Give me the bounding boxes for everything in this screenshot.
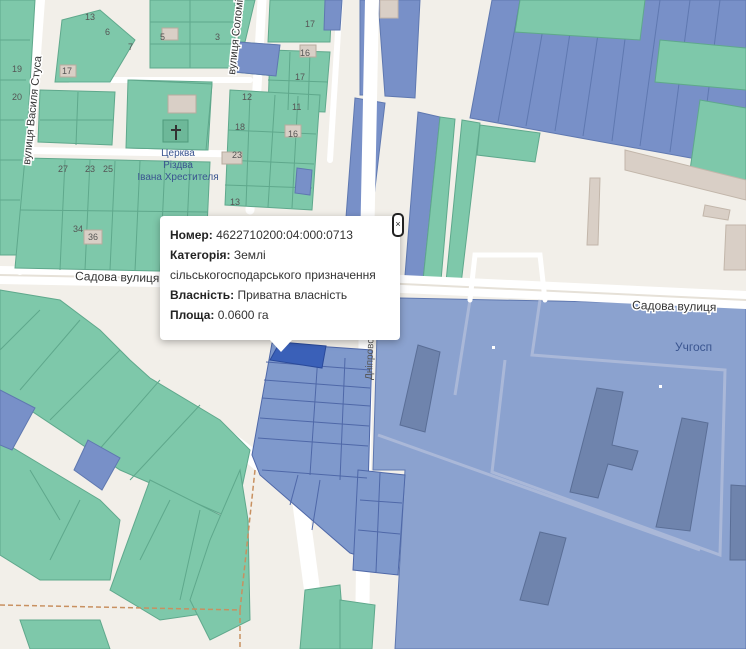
house-number: 12	[242, 92, 252, 102]
house-number: 18	[235, 122, 245, 132]
house-number: 27	[58, 164, 68, 174]
house-number: 5	[160, 32, 165, 42]
category-value-2: сільськогосподарського призначення	[170, 268, 376, 282]
popup-row-number: Номер: 4622710200:04:000:0713	[170, 225, 390, 245]
ownership-label: Власність:	[170, 288, 235, 302]
house-number: 20	[12, 92, 22, 102]
house-number: 17	[305, 19, 315, 29]
house-number: 16	[300, 48, 310, 58]
house-number: 11	[292, 102, 301, 112]
point-marker-2	[659, 385, 662, 388]
popup-tip	[270, 340, 292, 352]
house-number: 7	[128, 42, 133, 52]
ownership-value: Приватна власність	[237, 288, 348, 302]
house-number: 17	[62, 66, 72, 76]
popup-row-category: Категорія: Землі сільськогосподарського …	[170, 245, 390, 285]
house-number: 25	[103, 164, 113, 174]
house-number: 34	[73, 224, 83, 234]
church-block[interactable]	[125, 79, 213, 151]
street-label-sadova-right: Садова вулиця	[632, 298, 717, 314]
house-number: 23	[232, 150, 242, 160]
popup-close-button[interactable]: ×	[392, 213, 404, 237]
house-number: 3	[215, 32, 220, 42]
house-number: 16	[288, 129, 298, 139]
house-number: 23	[85, 164, 95, 174]
house-number: 13	[230, 197, 240, 207]
house-number: 36	[88, 232, 98, 242]
place-label-uchhosp: Учгосп	[675, 340, 712, 354]
popup-row-area: Площа: 0.0600 га	[170, 305, 390, 325]
house-number: 13	[85, 12, 95, 22]
church-label-line-1: Церква	[161, 148, 195, 159]
church-label-line-2: Різдва	[163, 160, 193, 171]
house-number: 17	[295, 72, 305, 82]
parcel-info-popup: Номер: 4622710200:04:000:0713 Категорія:…	[160, 213, 404, 352]
number-value: 4622710200:04:000:0713	[216, 228, 353, 242]
house-number: 19	[12, 64, 22, 74]
number-label: Номер:	[170, 228, 213, 242]
point-marker	[492, 346, 495, 349]
category-value-1: Землі	[233, 248, 266, 262]
area-value: 0.0600 га	[217, 308, 269, 322]
church-label-line-3: Івана Хрестителя	[137, 172, 218, 183]
category-label: Категорія:	[170, 248, 231, 262]
area-label: Площа:	[170, 308, 215, 322]
popup-row-ownership: Власність: Приватна власність	[170, 285, 390, 305]
street-label-sadova-left: Садова вулиця	[75, 269, 160, 285]
house-number: 6	[105, 27, 110, 37]
